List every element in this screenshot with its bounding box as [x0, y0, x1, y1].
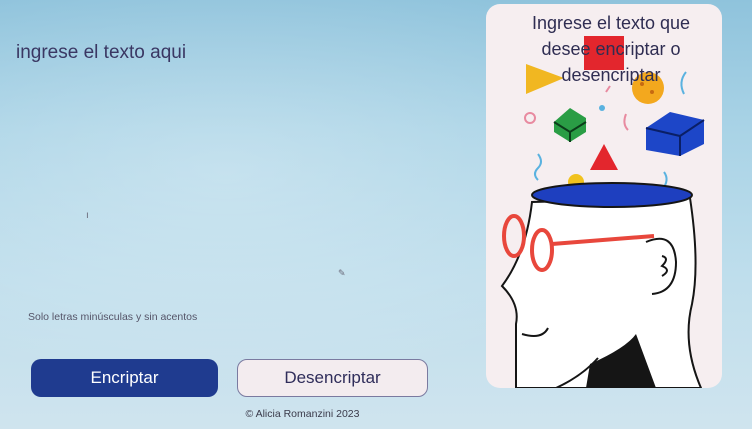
footer-copyright: © Alicia Romanzini 2023	[245, 408, 360, 420]
red-triangle-shape	[590, 144, 618, 170]
hint-text: Solo letras minúsculas y sin acentos	[28, 311, 198, 323]
decrypt-button[interactable]: Desencriptar	[237, 359, 428, 397]
output-panel: Ingrese el texto que desee encriptar o d…	[486, 4, 722, 388]
text-input[interactable]	[16, 40, 456, 300]
pencil-icon: ✎	[338, 268, 346, 278]
text-cursor: ı	[86, 210, 89, 221]
panel-message: Ingrese el texto que desee encriptar o d…	[531, 13, 691, 85]
input-hint: Solo letras minúsculas y sin acentos	[28, 311, 197, 323]
encrypt-button[interactable]: Encriptar	[31, 359, 218, 397]
